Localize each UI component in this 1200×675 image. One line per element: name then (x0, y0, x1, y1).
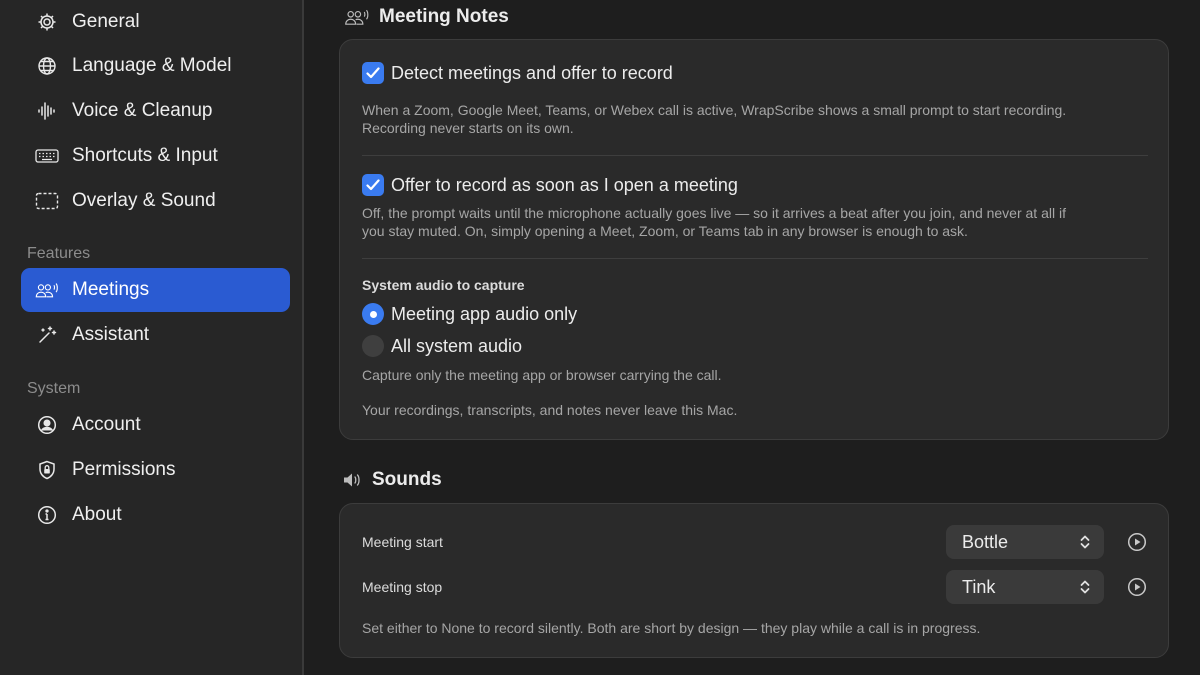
globe-icon (35, 54, 59, 78)
sounds-header: Sounds (343, 469, 442, 491)
sidebar-item-label: Meetings (72, 279, 150, 300)
radio-meeting-app-audio[interactable] (362, 303, 384, 325)
sidebar-section-system: System (27, 380, 81, 397)
privacy-note: Your recordings, transcripts, and notes … (362, 402, 738, 418)
sidebar-item-label: Voice & Cleanup (72, 100, 213, 121)
info-circle-icon (35, 503, 59, 527)
play-start-sound-button[interactable] (1126, 531, 1148, 553)
speaker-icon (343, 472, 365, 488)
sidebar-item-label: Language & Model (72, 55, 232, 76)
sidebar-item-overlay-sound[interactable]: Overlay & Sound (21, 179, 290, 223)
chevron-updown-icon (1080, 535, 1090, 549)
meeting-stop-select[interactable]: Tink (946, 570, 1104, 604)
offer-record-label[interactable]: Offer to record as soon as I open a meet… (391, 175, 738, 196)
radio-dot (369, 310, 377, 318)
section-title: Meeting Notes (379, 6, 509, 27)
select-value: Tink (962, 576, 996, 597)
sidebar-item-language-model[interactable]: Language & Model (21, 44, 290, 88)
description-line: Recording never starts on its own. (362, 120, 574, 136)
sidebar-item-label: Permissions (72, 459, 176, 480)
sidebar-item-account[interactable]: Account (21, 403, 290, 447)
sounds-note: Set either to None to record silently. B… (362, 620, 981, 636)
magic-wand-icon (35, 323, 59, 347)
waveform-icon (35, 99, 59, 123)
sidebar-item-voice-cleanup[interactable]: Voice & Cleanup (21, 89, 290, 133)
divider (362, 258, 1148, 259)
detect-meetings-description: When a Zoom, Google Meet, Teams, or Webe… (362, 101, 1152, 137)
play-circle-icon (1127, 532, 1147, 552)
meeting-notes-header: Meeting Notes (343, 6, 509, 28)
sidebar-section-features: Features (27, 245, 91, 262)
sidebar-item-label: Shortcuts & Input (72, 145, 218, 166)
sounds-card: Meeting start Bottle Meeting stop Tink S… (339, 503, 1169, 658)
select-value: Bottle (962, 531, 1009, 552)
sidebar-item-general[interactable]: General (21, 0, 290, 44)
system-audio-heading: System audio to capture (362, 277, 525, 293)
dashed-rect-icon (35, 189, 59, 213)
divider (362, 155, 1148, 156)
sidebar-item-label: Overlay & Sound (72, 190, 216, 211)
checkmark-icon (366, 179, 380, 191)
gear-icon (35, 10, 59, 34)
keyboard-icon (35, 144, 59, 168)
meeting-start-label: Meeting start (362, 534, 443, 550)
detect-meetings-label[interactable]: Detect meetings and offer to record (391, 63, 673, 84)
sidebar-item-label: About (72, 504, 122, 525)
sidebar-item-label: General (72, 11, 140, 32)
sidebar-item-label: Assistant (72, 324, 150, 345)
radio-label-all-system-audio[interactable]: All system audio (391, 336, 522, 357)
shield-lock-icon (35, 458, 59, 482)
play-circle-icon (1127, 577, 1147, 597)
play-stop-sound-button[interactable] (1126, 576, 1148, 598)
detect-meetings-checkbox[interactable] (362, 62, 384, 84)
meeting-stop-label: Meeting stop (362, 579, 443, 595)
sidebar-item-meetings[interactable]: Meetings (21, 268, 290, 312)
main-content: Meeting Notes Detect meetings and offer … (306, 0, 1200, 675)
chevron-updown-icon (1080, 580, 1090, 594)
people-icon (35, 278, 59, 302)
offer-record-checkbox[interactable] (362, 174, 384, 196)
description-line: When a Zoom, Google Meet, Teams, or Webe… (362, 102, 1067, 118)
description-line: Off, the prompt waits until the micropho… (362, 205, 1066, 221)
system-audio-description: Capture only the meeting app or browser … (362, 367, 722, 383)
sidebar-item-permissions[interactable]: Permissions (21, 448, 290, 492)
people-icon (343, 8, 373, 26)
meeting-start-select[interactable]: Bottle (946, 525, 1104, 559)
sidebar-item-assistant[interactable]: Assistant (21, 313, 290, 357)
sidebar-item-about[interactable]: About (21, 493, 290, 537)
checkmark-icon (366, 67, 380, 79)
sidebar-item-label: Account (72, 414, 141, 435)
sidebar-item-shortcuts-input[interactable]: Shortcuts & Input (21, 134, 290, 178)
meeting-notes-card: Detect meetings and offer to record When… (339, 39, 1169, 440)
section-title: Sounds (372, 469, 442, 490)
radio-all-system-audio[interactable] (362, 335, 384, 357)
person-circle-icon (35, 413, 59, 437)
radio-label-meeting-app-audio[interactable]: Meeting app audio only (391, 304, 577, 325)
sidebar: General Language & Model Voice & Cleanup (0, 0, 304, 675)
description-line: you stay muted. On, simply opening a Mee… (362, 223, 968, 239)
offer-record-description: Off, the prompt waits until the micropho… (362, 204, 1152, 240)
